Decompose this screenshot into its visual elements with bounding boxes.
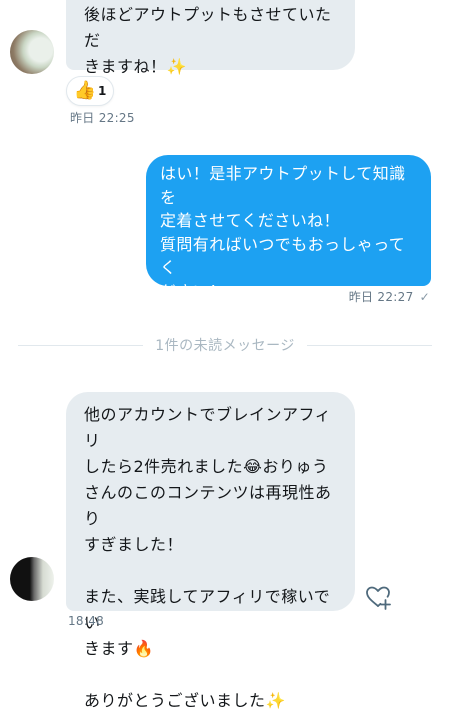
- sender-avatar[interactable]: [10, 557, 54, 601]
- thumbs-up-icon: 👍: [73, 80, 97, 101]
- incoming-message-bubble[interactable]: 後ほどアウトプットもさせていただ きますね！✨: [66, 0, 355, 76]
- checkmark-icon: ✓: [419, 290, 430, 304]
- outgoing-message-bubble[interactable]: はい！是非アウトプットして知識を 定着させてくださいね！ 質問有ればいつでもおっ…: [146, 155, 431, 324]
- message-timestamp: 昨日 22:27 ✓: [349, 288, 430, 305]
- reaction-count: 1: [98, 84, 107, 98]
- message-timestamp: 18:48: [68, 614, 105, 628]
- reaction-chip[interactable]: 👍 1: [66, 76, 114, 106]
- heart-plus-icon[interactable]: [364, 583, 392, 611]
- message-text: 後ほどアウトプットもさせていただ きますね！✨: [84, 5, 332, 76]
- message-timestamp: 昨日 22:25: [70, 111, 135, 125]
- message-text: 他のアカウントでブレインアフィリ したら2件売れました😂おりゅう さんのこのコン…: [84, 405, 332, 710]
- divider-line: [18, 344, 144, 346]
- divider-line: [306, 344, 433, 346]
- sender-avatar[interactable]: [10, 30, 54, 74]
- timestamp-text: 昨日 22:27: [348, 290, 414, 304]
- unread-label: 1件の未読メッセージ: [155, 338, 295, 354]
- incoming-message-bubble[interactable]: 他のアカウントでブレインアフィリ したら2件売れました😂おりゅう さんのこのコン…: [66, 392, 355, 710]
- unread-divider: 1件の未読メッセージ: [18, 335, 433, 355]
